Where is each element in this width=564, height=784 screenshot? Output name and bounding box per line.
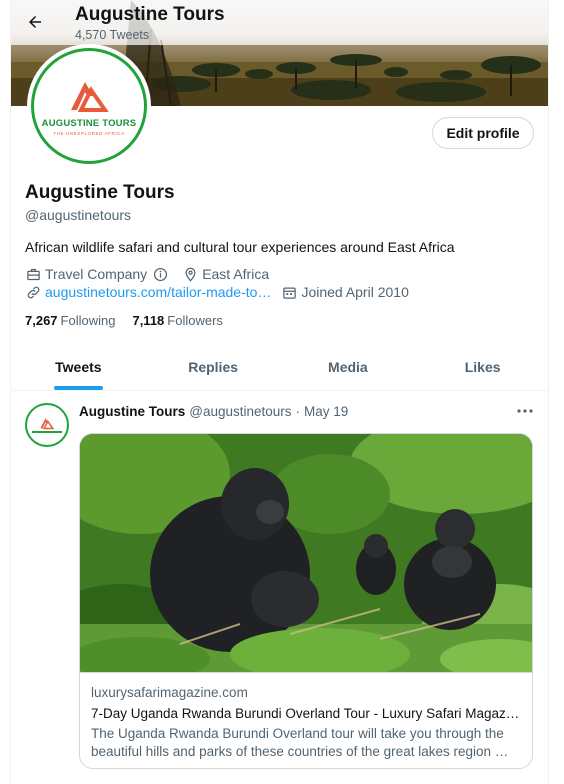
tab-likes[interactable]: Likes [415, 343, 548, 390]
profile-page: Augustine Tours 4,570 Tweets AUGUSTINE T… [10, 0, 549, 784]
tab-media[interactable]: Media [281, 343, 416, 390]
header-tweet-count: 4,570 Tweets [75, 28, 150, 42]
info-icon[interactable] [152, 266, 168, 282]
card-image-gorillas [80, 434, 532, 672]
tab-likes-label: Likes [464, 358, 501, 375]
edit-profile-button[interactable]: Edit profile [432, 117, 534, 149]
card-body: luxurysafarimagazine.com 7-Day Uganda Rw… [80, 672, 532, 768]
briefcase-icon [25, 266, 41, 282]
profile-website-link[interactable]: augustinetours.com/tailor-made-to… [45, 284, 271, 300]
profile-category: Travel Company [45, 266, 148, 282]
profile-meta-row-2: augustinetours.com/tailor-made-to… Joine… [25, 284, 409, 300]
profile-tabs: Tweets Replies Media Likes [11, 343, 548, 391]
logo-brand-text: AUGUSTINE TOURS [41, 118, 137, 129]
followers-link[interactable]: 7,118 Followers [132, 313, 222, 328]
profile-handle: @augustinetours [25, 207, 132, 223]
profile-avatar[interactable]: AUGUSTINE TOURS THE UNEXPLORED AFRICA [27, 44, 151, 168]
tab-media-label: Media [328, 358, 368, 375]
tab-replies[interactable]: Replies [146, 343, 281, 390]
active-tab-indicator [53, 386, 103, 390]
tab-tweets[interactable]: Tweets [11, 343, 146, 390]
tab-replies-label: Replies [188, 358, 239, 375]
link-preview-card[interactable]: luxurysafarimagazine.com 7-Day Uganda Rw… [79, 433, 533, 769]
profile-bio: African wildlife safari and cultural tou… [25, 239, 455, 255]
back-arrow-icon[interactable] [21, 8, 49, 36]
calendar-icon [281, 284, 297, 300]
followers-label: Followers [167, 313, 223, 328]
profile-joined-date: Joined April 2010 [301, 284, 409, 300]
logo-tagline: THE UNEXPLORED AFRICA [53, 131, 125, 136]
following-count: 7,267 [25, 313, 58, 328]
tweet-author-name[interactable]: Augustine Tours [79, 404, 185, 419]
tab-tweets-label: Tweets [55, 358, 102, 375]
tweet-author-avatar[interactable] [25, 403, 69, 447]
tweet[interactable]: Augustine Tours @augustinetours · May 19 [11, 392, 548, 784]
profile-header-bar: Augustine Tours 4,570 Tweets [11, 0, 548, 45]
logo-mountain-icon [40, 418, 55, 430]
follow-stats: 7,267 Following 7,118 Followers [25, 313, 223, 328]
card-title: 7-Day Uganda Rwanda Burundi Overland Tou… [91, 706, 520, 721]
more-icon[interactable] [514, 402, 536, 420]
following-label: Following [60, 313, 116, 328]
tweet-header: Augustine Tours @augustinetours · May 19 [79, 404, 348, 419]
following-link[interactable]: 7,267 Following [25, 313, 115, 328]
tweet-date[interactable]: May 19 [304, 404, 348, 419]
tweet-author-handle[interactable]: @augustinetours [189, 404, 291, 419]
link-icon [25, 284, 41, 300]
header-title: Augustine Tours [75, 4, 225, 25]
profile-meta-row-1: Travel Company East Africa [25, 266, 269, 282]
location-pin-icon [182, 266, 198, 282]
profile-location: East Africa [202, 266, 270, 282]
logo-wordmark [32, 431, 62, 433]
tweet-separator: · [295, 404, 301, 419]
followers-count: 7,118 [132, 313, 165, 328]
logo-mountain-icon [71, 82, 109, 112]
card-domain: luxurysafarimagazine.com [91, 685, 248, 700]
card-description: The Uganda Rwanda Burundi Overland tour … [91, 726, 509, 759]
profile-name: Augustine Tours [25, 182, 175, 203]
